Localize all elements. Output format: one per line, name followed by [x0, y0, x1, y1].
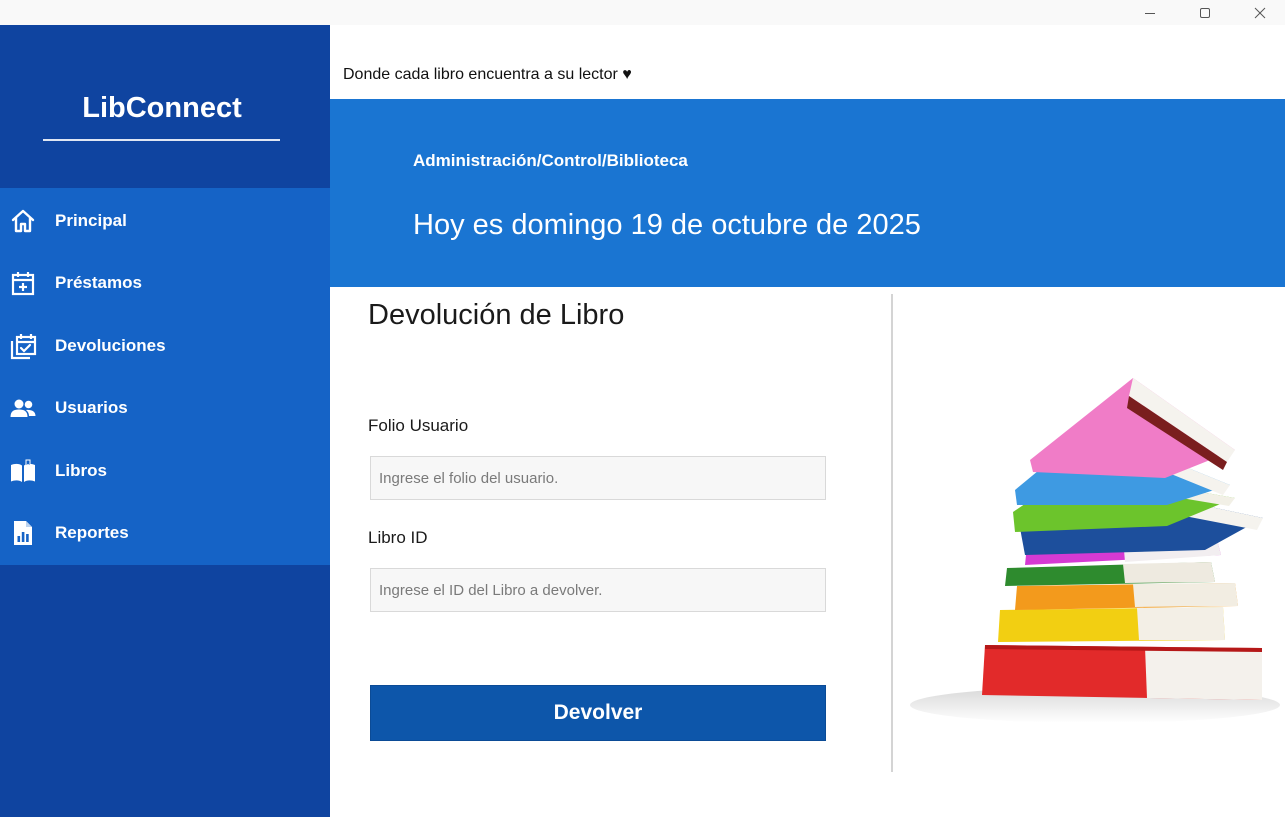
sidebar-item-devoluciones[interactable]: Devoluciones [0, 315, 330, 377]
folio-usuario-input[interactable] [370, 456, 826, 500]
sidebar-item-label: Reportes [55, 523, 129, 542]
minimize-button[interactable] [1127, 0, 1173, 25]
maximize-icon [1200, 7, 1210, 18]
calendar-add-icon [11, 272, 35, 296]
current-date: Hoy es domingo 19 de octubre de 2025 [413, 209, 921, 241]
brand-underline [43, 139, 280, 141]
sidebar-item-label: Principal [55, 211, 127, 230]
sidebar-nav: Principal Préstamos Devoluciones Usuario… [0, 188, 330, 565]
header-banner: Administración/Control/Biblioteca Hoy es… [330, 99, 1285, 287]
users-icon [10, 399, 36, 417]
libro-id-label: Libro ID [368, 528, 428, 547]
folio-label: Folio Usuario [368, 416, 469, 435]
tagline: Donde cada libro encuentra a su lector ♥ [343, 66, 632, 83]
sidebar-item-usuarios[interactable]: Usuarios [0, 377, 330, 439]
books-stack-illustration [910, 378, 1280, 723]
vertical-divider [891, 294, 893, 772]
sidebar-item-label: Libros [55, 461, 107, 480]
sidebar-item-reportes[interactable]: Reportes [0, 502, 330, 564]
sidebar-item-label: Usuarios [55, 398, 128, 417]
page-title: Devolución de Libro [368, 299, 625, 331]
book-icon [11, 459, 35, 482]
app-logo-title: LibConnect [82, 92, 242, 124]
minimize-icon [1145, 12, 1155, 14]
breadcrumb: Administración/Control/Biblioteca [413, 151, 688, 170]
sidebar: LibConnect Principal Préstamos Devolucio… [0, 25, 330, 817]
sidebar-item-libros[interactable]: Libros [0, 440, 330, 502]
libro-id-input[interactable] [370, 568, 826, 612]
sidebar-item-label: Devoluciones [55, 336, 166, 355]
close-button[interactable] [1237, 0, 1283, 25]
devolver-button[interactable]: Devolver [370, 685, 826, 741]
sidebar-item-prestamos[interactable]: Préstamos [0, 252, 330, 314]
sidebar-item-label: Préstamos [55, 273, 142, 292]
brand-area: LibConnect [0, 25, 330, 188]
sidebar-item-principal[interactable]: Principal [0, 190, 330, 252]
home-icon [11, 209, 35, 233]
report-icon [14, 521, 32, 545]
maximize-button[interactable] [1182, 0, 1228, 25]
window-titlebar [0, 0, 1285, 25]
close-icon [1254, 7, 1266, 18]
calendar-check-icon [10, 334, 37, 360]
